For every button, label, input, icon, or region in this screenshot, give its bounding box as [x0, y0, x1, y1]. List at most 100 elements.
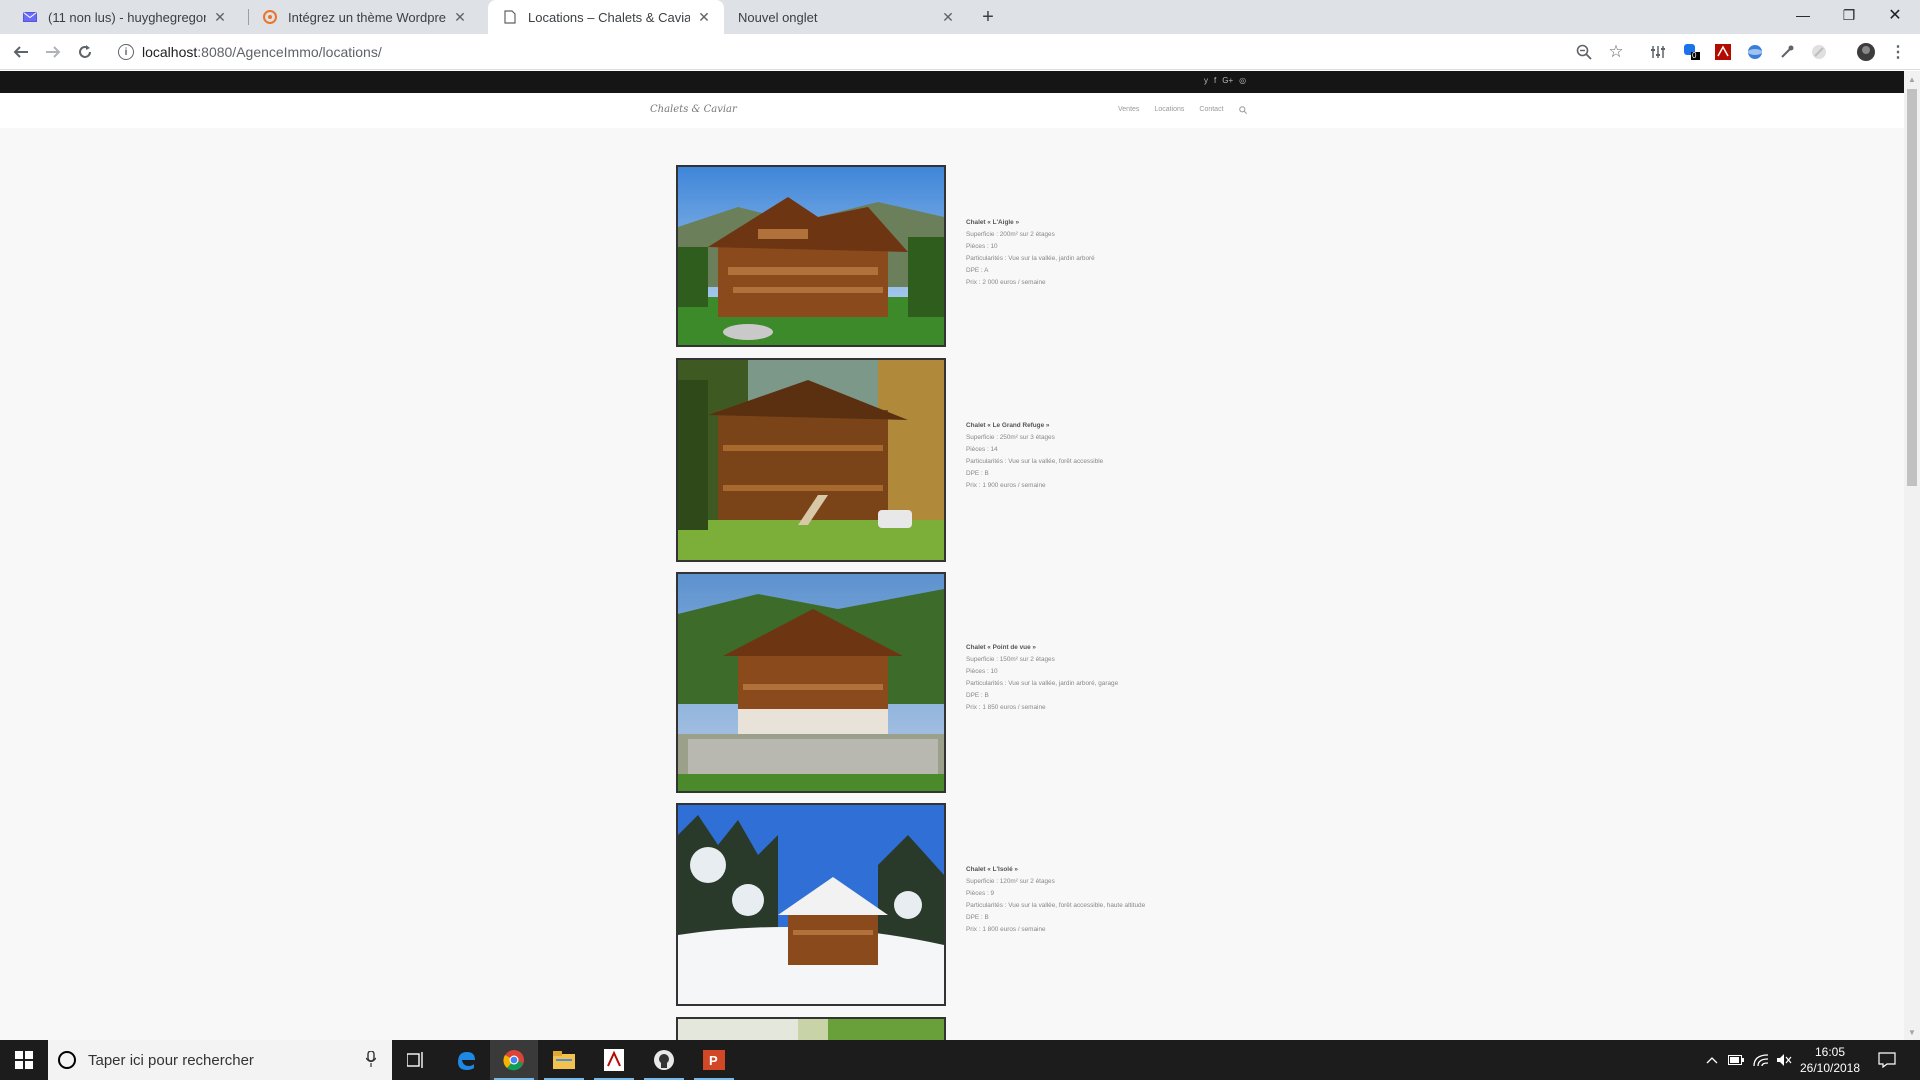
listing-surface: Superficie : 150m² sur 2 étages — [966, 656, 1055, 663]
show-hidden-icons-icon[interactable] — [1706, 1040, 1718, 1080]
scroll-up-icon[interactable]: ▲ — [1904, 71, 1920, 87]
chalet-grand-refuge-photo — [678, 360, 944, 560]
listing-photo[interactable] — [676, 165, 946, 347]
reload-icon[interactable] — [70, 37, 100, 67]
powerpoint-icon[interactable]: P — [690, 1040, 738, 1080]
task-view-icon[interactable] — [392, 1040, 440, 1080]
search-placeholder: Taper ici pour rechercher — [88, 1051, 254, 1069]
search-icon[interactable] — [1238, 106, 1247, 116]
listing-details: Chalet « Le Grand Refuge » Superficie : … — [966, 420, 1103, 492]
close-icon[interactable]: ✕ — [212, 9, 228, 25]
listing-photo[interactable] — [676, 1017, 946, 1040]
menu-item-locations[interactable]: Locations — [1154, 106, 1184, 116]
tab-title: Locations – Chalets & Caviar — [528, 9, 690, 25]
edge-icon[interactable] — [442, 1040, 490, 1080]
extension-badge-icon[interactable]: 0 — [1682, 42, 1702, 62]
minimize-icon[interactable]: — — [1780, 0, 1826, 30]
tab-locations[interactable]: Locations – Chalets & Caviar ✕ — [488, 0, 724, 34]
listing-rooms: Pièces : 10 — [966, 243, 998, 250]
profile-avatar[interactable] — [1856, 42, 1876, 62]
windows-start-icon[interactable] — [0, 1040, 48, 1080]
listing-details: Chalet « L'Aigle » Superficie : 200m² su… — [966, 217, 1095, 289]
chalet-isole-photo — [678, 805, 944, 1004]
chalet-aigle-photo — [678, 167, 944, 345]
listing-name: Chalet « L'Isolé » — [966, 866, 1018, 873]
bookmark-star-icon[interactable]: ☆ — [1606, 42, 1626, 62]
listing-surface: Superficie : 120m² sur 2 étages — [966, 878, 1055, 885]
close-icon[interactable]: ✕ — [452, 9, 468, 25]
listing-photo[interactable] — [676, 358, 946, 562]
microphone-icon[interactable] — [365, 1049, 392, 1070]
twitter-icon[interactable]: y — [1204, 76, 1208, 85]
menu-kebab-icon[interactable]: ⋮ — [1888, 42, 1908, 62]
listing-features: Particularités : Vue sur la vallée, forê… — [966, 902, 1146, 909]
windows-taskbar: Taper ici pour rechercher P 16:05 26/10/… — [0, 1040, 1920, 1080]
scrollbar-thumb[interactable] — [1907, 89, 1917, 486]
listing-dpe: DPE : B — [966, 914, 989, 921]
listing-photo[interactable] — [676, 803, 946, 1006]
cortana-icon — [58, 1051, 76, 1069]
chalet-partial-photo — [678, 1019, 944, 1040]
listing-surface: Superficie : 250m² sur 3 étages — [966, 434, 1055, 441]
window-close-icon[interactable]: ✕ — [1872, 0, 1918, 30]
restore-icon[interactable]: ❐ — [1826, 0, 1872, 30]
battery-icon[interactable] — [1728, 1040, 1744, 1080]
url-text: localhost:8080/AgenceImmo/locations/ — [142, 44, 382, 60]
pdf-extension-icon[interactable] — [1713, 42, 1733, 62]
listing-name: Chalet « L'Aigle » — [966, 219, 1020, 226]
tab-new[interactable]: Nouvel onglet ✕ — [724, 0, 968, 34]
instagram-icon[interactable]: ◎ — [1239, 76, 1246, 85]
extension-badge-count: 0 — [1692, 51, 1697, 60]
listing-price: Prix : 1 900 euros / semaine — [966, 482, 1046, 489]
new-tab-button[interactable]: + — [975, 4, 1001, 30]
clock-time: 16:05 — [1814, 1045, 1846, 1059]
close-icon[interactable]: ✕ — [940, 9, 956, 25]
menu-item-contact[interactable]: Contact — [1199, 106, 1223, 116]
site-logo[interactable]: Chalets & Caviar — [650, 104, 737, 115]
listing-surface: Superficie : 200m² sur 2 étages — [966, 231, 1055, 238]
site-top-bar: y f G+ ◎ — [0, 71, 1904, 93]
listing-photo[interactable] — [676, 572, 946, 793]
info-icon[interactable]: i — [118, 44, 134, 60]
github-icon[interactable] — [640, 1040, 688, 1080]
taskbar-clock[interactable]: 16:05 26/10/2018 — [1790, 1044, 1870, 1076]
scroll-down-icon[interactable]: ▼ — [1904, 1024, 1920, 1040]
site-header: Chalets & Caviar Ventes Locations Contac… — [0, 93, 1904, 128]
forward-icon[interactable] — [38, 37, 68, 67]
zoom-icon[interactable] — [1574, 42, 1594, 62]
globe-extension-icon[interactable] — [1745, 42, 1765, 62]
disabled-extension-icon[interactable] — [1809, 42, 1829, 62]
acrobat-icon[interactable] — [590, 1040, 638, 1080]
listing-features: Particularités : Vue sur la vallée, forê… — [966, 458, 1104, 465]
openclassrooms-icon — [262, 9, 278, 25]
chalet-point-de-vue-photo — [678, 574, 944, 791]
google-plus-icon[interactable]: G+ — [1222, 76, 1233, 85]
address-bar[interactable]: i localhost:8080/AgenceImmo/locations/ — [108, 37, 1638, 67]
clock-date: 26/10/2018 — [1799, 1061, 1861, 1075]
menu-item-ventes[interactable]: Ventes — [1118, 106, 1139, 116]
network-icon[interactable] — [1753, 1040, 1769, 1080]
listing-features: Particularités : Vue sur la vallée, jard… — [966, 680, 1119, 687]
tab-mail[interactable]: (11 non lus) - huyghegregory@y ✕ — [8, 0, 240, 34]
listing-features: Particularités : Vue sur la vallée, jard… — [966, 255, 1095, 262]
taskbar-search[interactable]: Taper ici pour rechercher — [48, 1040, 392, 1080]
file-explorer-icon[interactable] — [540, 1040, 588, 1080]
page-icon — [502, 9, 518, 25]
back-icon[interactable] — [6, 37, 36, 67]
action-center-icon[interactable] — [1878, 1040, 1896, 1080]
tab-title: (11 non lus) - huyghegregory@y — [48, 9, 206, 25]
extension-equalizer-icon[interactable] — [1648, 42, 1668, 62]
listing-rooms: Pièces : 14 — [966, 446, 998, 453]
listing-details: Chalet « L'Isolé » Superficie : 120m² su… — [966, 864, 1145, 936]
facebook-icon[interactable]: f — [1214, 76, 1216, 85]
listing-dpe: DPE : B — [966, 470, 989, 477]
tab-title: Intégrez un thème Wordpress po — [288, 9, 446, 25]
eyedropper-extension-icon[interactable] — [1777, 42, 1797, 62]
chrome-icon[interactable] — [490, 1040, 538, 1080]
close-icon[interactable]: ✕ — [696, 9, 712, 25]
listing-rooms: Pièces : 9 — [966, 890, 995, 897]
page-scrollbar[interactable]: ▲ ▼ — [1904, 71, 1920, 1040]
listing-rooms: Pièces : 10 — [966, 668, 998, 675]
tab-openclassrooms[interactable]: Intégrez un thème Wordpress po ✕ — [248, 0, 480, 34]
listing-name: Chalet « Point de vue » — [966, 644, 1036, 651]
